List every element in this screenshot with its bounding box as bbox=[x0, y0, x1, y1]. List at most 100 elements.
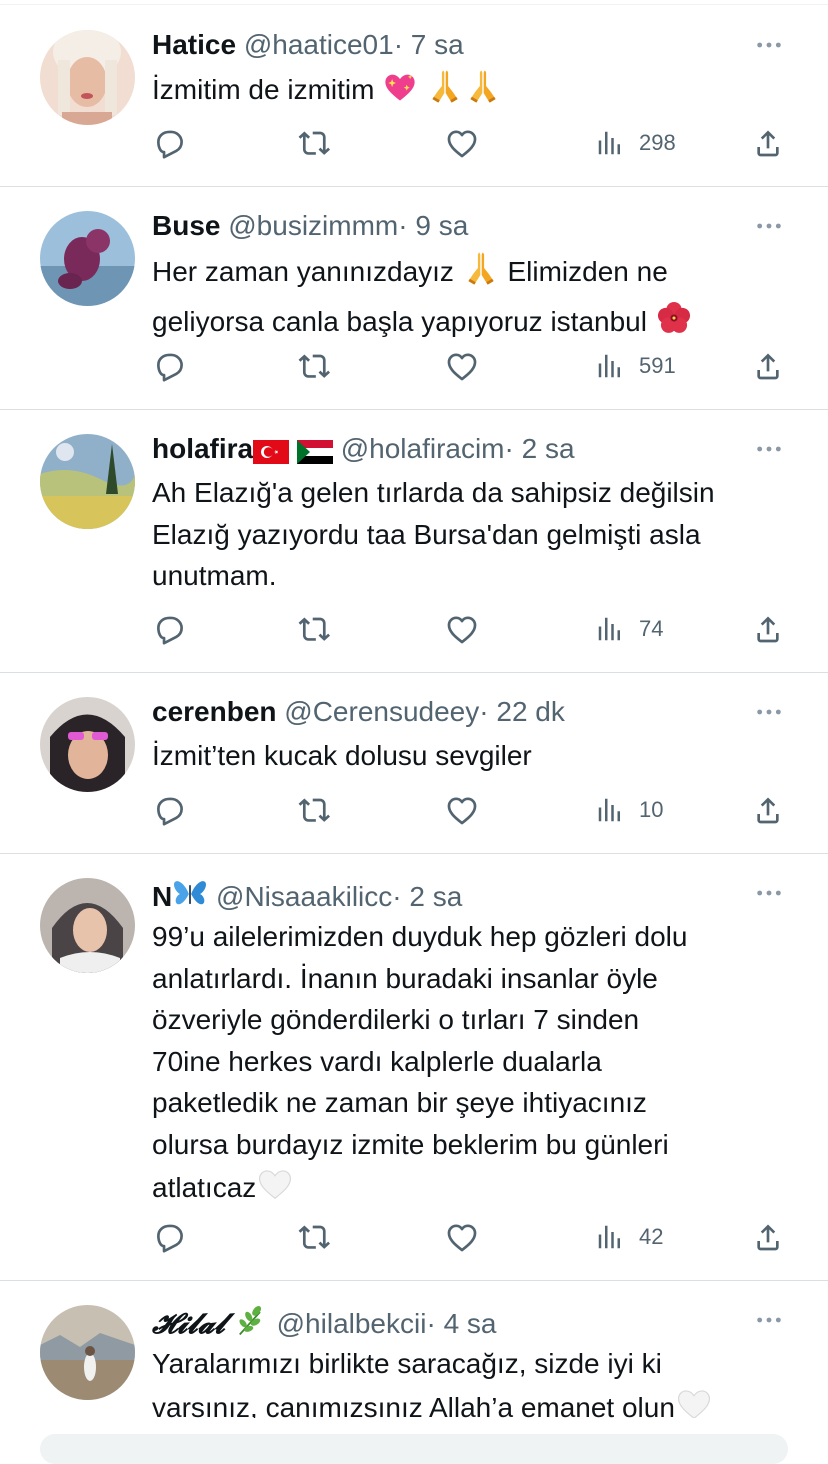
username[interactable]: @haatice01 bbox=[244, 29, 394, 60]
views-button[interactable]: 42 bbox=[595, 1217, 663, 1257]
views-button[interactable]: 74 bbox=[595, 609, 663, 649]
retweet-icon bbox=[298, 349, 332, 383]
heart-icon bbox=[445, 1220, 479, 1254]
username[interactable]: @Nisaaakilicc bbox=[216, 881, 392, 912]
share-button[interactable] bbox=[752, 1217, 784, 1257]
views-button[interactable]: 298 bbox=[595, 123, 676, 163]
tweet-text: İzmit’ten kucak dolusu sevgiler bbox=[152, 740, 532, 771]
tweet-text-line: geliyorsa canla başla yapıyoruz istanbul bbox=[152, 305, 647, 337]
tweet-actions: 74 bbox=[152, 609, 792, 649]
display-name[interactable]: 𝓗𝓲𝓵𝓪𝓵 bbox=[152, 1307, 225, 1340]
like-button[interactable] bbox=[445, 790, 479, 830]
views-icon bbox=[595, 795, 625, 825]
more-icon[interactable] bbox=[754, 695, 784, 729]
username[interactable]: @Cerensudeey bbox=[284, 696, 479, 727]
tweet-card[interactable]: Hatice @haatice01· 7 sa İzmitim de izmit… bbox=[0, 5, 828, 187]
retweet-button[interactable] bbox=[298, 609, 332, 649]
heart-icon bbox=[445, 349, 479, 383]
reply-button[interactable] bbox=[152, 1217, 186, 1257]
tweet-header: holafira @holafiracim· 2 sa bbox=[152, 432, 788, 466]
timestamp[interactable]: 2 sa bbox=[522, 433, 575, 464]
tweet-card[interactable]: N @Nisaaakilicc· 2 sa 99’u ailelerimizde… bbox=[0, 854, 828, 1281]
username[interactable]: @busizimmm bbox=[228, 210, 398, 241]
tweet-header: Hatice @haatice01· 7 sa bbox=[152, 28, 788, 62]
retweet-button[interactable] bbox=[298, 1217, 332, 1257]
reply-icon bbox=[152, 793, 186, 827]
views-icon bbox=[595, 1222, 625, 1252]
display-name[interactable]: holafira bbox=[152, 433, 253, 464]
sudan-flag-emoji bbox=[297, 438, 333, 472]
reply-icon bbox=[152, 1220, 186, 1254]
avatar[interactable] bbox=[40, 434, 135, 529]
tweet-text: Her zaman yanınızdayız Elimizden ne geliy… bbox=[152, 249, 792, 348]
display-name[interactable]: N bbox=[152, 881, 172, 912]
reply-button[interactable] bbox=[152, 346, 186, 386]
avatar[interactable] bbox=[40, 30, 135, 125]
views-button[interactable]: 591 bbox=[595, 346, 676, 386]
retweet-button[interactable] bbox=[298, 790, 332, 830]
like-button[interactable] bbox=[445, 346, 479, 386]
share-icon bbox=[752, 350, 784, 382]
butterfly-emoji bbox=[172, 876, 208, 920]
bottom-compose-bar[interactable] bbox=[40, 1434, 788, 1464]
like-button[interactable] bbox=[445, 1217, 479, 1257]
tweet-card[interactable]: cerenben @Cerensudeey· 22 dk İzmit’ten k… bbox=[0, 673, 828, 854]
username[interactable]: @holafiracim bbox=[341, 433, 505, 464]
more-icon[interactable] bbox=[754, 209, 784, 243]
reply-button[interactable] bbox=[152, 790, 186, 830]
retweet-button[interactable] bbox=[298, 346, 332, 386]
retweet-button[interactable] bbox=[298, 123, 332, 163]
views-icon bbox=[595, 614, 625, 644]
reply-button[interactable] bbox=[152, 609, 186, 649]
views-count: 298 bbox=[639, 130, 676, 155]
display-name[interactable]: cerenben bbox=[152, 696, 277, 727]
avatar[interactable] bbox=[40, 878, 135, 973]
like-button[interactable] bbox=[445, 123, 479, 163]
timestamp[interactable]: 7 sa bbox=[411, 29, 464, 60]
display-name[interactable]: Buse bbox=[152, 210, 220, 241]
username[interactable]: @hilalbekcii bbox=[277, 1308, 427, 1339]
white-heart-emoji bbox=[675, 1385, 713, 1419]
share-button[interactable] bbox=[752, 609, 784, 649]
timestamp[interactable]: 9 sa bbox=[415, 210, 468, 241]
reply-button[interactable] bbox=[152, 123, 186, 163]
display-name[interactable]: Hatice bbox=[152, 29, 236, 60]
views-count: 591 bbox=[639, 353, 676, 378]
timestamp[interactable]: 22 dk bbox=[496, 696, 565, 727]
more-icon[interactable] bbox=[754, 876, 784, 910]
share-button[interactable] bbox=[752, 790, 784, 830]
tweet-card[interactable]: Buse @busizimmm· 9 sa Her zaman yanınızd… bbox=[0, 187, 828, 410]
sparkling-heart-emoji bbox=[382, 69, 418, 117]
reply-icon bbox=[152, 349, 186, 383]
tweet-text: 99’u ailelerimizden duyduk hep gözleri d… bbox=[152, 916, 792, 1215]
tweet-header: N @Nisaaakilicc· 2 sa bbox=[152, 876, 788, 912]
tweet-text-line: Elimizden ne bbox=[507, 256, 668, 287]
views-count: 10 bbox=[639, 797, 664, 822]
separator-dot: · bbox=[479, 696, 489, 727]
retweet-icon bbox=[298, 793, 332, 827]
white-heart-emoji bbox=[256, 1165, 294, 1215]
more-icon[interactable] bbox=[754, 1303, 784, 1337]
retweet-icon bbox=[298, 612, 332, 646]
avatar[interactable] bbox=[40, 697, 135, 792]
timestamp[interactable]: 4 sa bbox=[444, 1308, 497, 1339]
tweet-actions: 10 bbox=[152, 790, 792, 830]
tweet-card[interactable]: 𝓗𝓲𝓵𝓪𝓵 @hilalbekcii· 4 sa Yaralarımızı bi… bbox=[0, 1281, 828, 1418]
reply-icon bbox=[152, 612, 186, 646]
views-count: 74 bbox=[639, 616, 664, 641]
more-icon[interactable] bbox=[754, 432, 784, 466]
more-icon[interactable] bbox=[754, 28, 784, 62]
separator-dot: · bbox=[392, 881, 402, 912]
timestamp[interactable]: 2 sa bbox=[409, 881, 462, 912]
tweet-text-content: İzmitim de izmitim bbox=[152, 74, 375, 105]
tweet-actions: 42 bbox=[152, 1217, 792, 1257]
tweet-card[interactable]: holafira @holafiracim· 2 sa Ah Elazığ'a … bbox=[0, 410, 828, 673]
heart-icon bbox=[445, 612, 479, 646]
views-button[interactable]: 10 bbox=[595, 790, 663, 830]
views-icon bbox=[595, 128, 625, 158]
share-button[interactable] bbox=[752, 346, 784, 386]
avatar[interactable] bbox=[40, 1305, 135, 1400]
like-button[interactable] bbox=[445, 609, 479, 649]
share-button[interactable] bbox=[752, 123, 784, 163]
avatar[interactable] bbox=[40, 211, 135, 306]
